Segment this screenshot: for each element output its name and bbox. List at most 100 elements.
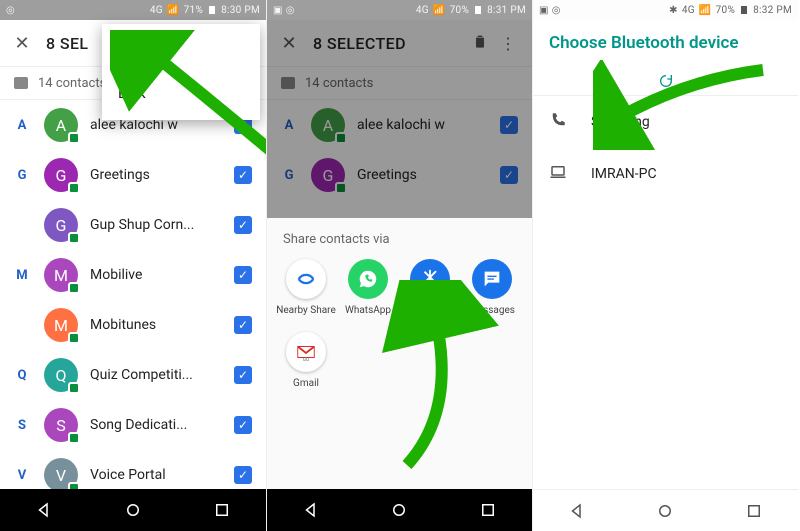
delete-icon[interactable]	[466, 33, 494, 53]
share-target-gmail[interactable]: GOGmail	[275, 332, 337, 389]
contact-name: Quiz Competiti...	[90, 367, 234, 383]
contact-row[interactable]: AAalee kalochi w✓	[267, 100, 532, 150]
nav-recent-icon[interactable]	[745, 502, 763, 520]
overflow-icon[interactable]: ⋮	[494, 34, 522, 53]
section-letter: M	[0, 268, 44, 283]
nav-recent-icon[interactable]	[213, 501, 231, 519]
laptop-icon	[549, 163, 571, 185]
close-icon[interactable]: ✕	[10, 33, 34, 54]
signal-icon: 📶	[433, 5, 446, 16]
appbar-title: 8 SELECTED	[313, 34, 406, 53]
clock-label: 8:31 PM	[487, 5, 526, 16]
contact-name: alee kalochi w	[357, 117, 500, 133]
app-bar: ✕ 8 SELECTED ⋮	[267, 20, 532, 66]
sim-badge-icon	[335, 132, 347, 144]
contacts-summary-bar: 14 contacts	[267, 66, 532, 100]
android-nav-bar	[0, 489, 266, 531]
checkbox-icon[interactable]: ✓	[234, 416, 252, 434]
phone-screen-3: ▣ ◎ ✱ 4G 📶 70% 8:32 PM Choose Bluetooth …	[532, 0, 798, 531]
nav-back-icon[interactable]	[35, 501, 53, 519]
sim-badge-icon	[68, 282, 80, 294]
contact-row[interactable]: GGup Shup Corn...✓	[0, 200, 266, 250]
contact-avatar: A	[44, 108, 78, 142]
checkbox-icon[interactable]: ✓	[234, 466, 252, 484]
signal-icon: 📶	[167, 5, 180, 16]
sim-badge-icon	[68, 382, 80, 394]
android-nav-bar	[267, 489, 532, 531]
refresh-icon	[658, 73, 674, 89]
device-name: IMRAN-PC	[591, 166, 657, 182]
bluetooth-device-row[interactable]: Samsung	[533, 96, 798, 148]
share-target-label: Messages	[469, 305, 515, 316]
section-letter: G	[267, 168, 311, 183]
share-target-bluetooth[interactable]: Bluetooth	[399, 259, 461, 316]
checkbox-icon[interactable]: ✓	[500, 116, 518, 134]
contact-avatar: S	[44, 408, 78, 442]
contact-row[interactable]: QQQuiz Competiti...✓	[0, 350, 266, 400]
share-grid: Nearby ShareWhatsAppBluetooth Messages GOG…	[275, 259, 524, 405]
device-list: Samsung IMRAN-PC	[533, 96, 798, 200]
signal-icon: 📶	[699, 5, 712, 16]
clock-label: 8:30 PM	[221, 5, 260, 16]
checkbox-icon[interactable]: ✓	[234, 166, 252, 184]
contacts-list: AAalee kalochi w✓GGGreetings✓	[267, 100, 532, 218]
network-label: 4G	[416, 5, 429, 16]
phone-icon	[549, 111, 571, 133]
nav-home-icon[interactable]	[656, 502, 674, 520]
section-letter: A	[0, 118, 44, 133]
sim-badge-icon	[335, 182, 347, 194]
share-target-label: Nearby Share	[276, 305, 336, 316]
menu-item-share[interactable]: Share	[102, 30, 260, 72]
section-letter: G	[0, 168, 44, 183]
nav-home-icon[interactable]	[390, 501, 408, 519]
menu-item-link[interactable]: Link	[102, 72, 260, 114]
checkbox-icon[interactable]: ✓	[234, 366, 252, 384]
bluetooth-device-row[interactable]: IMRAN-PC	[533, 148, 798, 200]
close-icon[interactable]: ✕	[277, 33, 301, 54]
nav-recent-icon[interactable]	[479, 501, 497, 519]
checkbox-icon[interactable]: ✓	[234, 266, 252, 284]
clock-label: 8:32 PM	[753, 5, 792, 16]
share-target-whatsapp[interactable]: WhatsApp	[337, 259, 399, 316]
contact-row[interactable]: SS Song Dedicati...✓	[0, 400, 266, 450]
screenshot-icon: ▣	[539, 5, 549, 16]
share-target-nearby[interactable]: Nearby Share	[275, 259, 337, 316]
cast-icon: ◎	[6, 5, 15, 16]
contact-name: Greetings	[357, 167, 500, 183]
nav-back-icon[interactable]	[302, 501, 320, 519]
checkbox-icon[interactable]: ✓	[500, 166, 518, 184]
contact-avatar: G	[44, 158, 78, 192]
device-name: Samsung	[591, 114, 650, 130]
checkbox-icon[interactable]: ✓	[234, 216, 252, 234]
section-letter: S	[0, 418, 44, 433]
contact-name: Greetings	[90, 167, 234, 183]
status-bar: ◎ 4G 📶 71% 8:30 PM	[0, 0, 266, 20]
contact-row[interactable]: MMobitunes✓	[0, 300, 266, 350]
section-letter: A	[267, 118, 311, 133]
bluetooth-icon: ✱	[669, 5, 678, 16]
phone-screen-2: ▣ ◎ 4G 📶 70% 8:31 PM ✕ 8 SELECTED ⋮ 14 c…	[266, 0, 532, 531]
contact-avatar: M	[44, 258, 78, 292]
sim-badge-icon	[68, 332, 80, 344]
contact-name: Song Dedicati...	[90, 417, 234, 433]
sim-badge-icon	[68, 232, 80, 244]
contact-row[interactable]: MM Mobilive✓	[0, 250, 266, 300]
network-label: 4G	[682, 5, 695, 16]
nav-home-icon[interactable]	[124, 501, 142, 519]
messages-icon	[472, 259, 512, 299]
contact-avatar: V	[44, 458, 78, 492]
contact-row[interactable]: GG Greetings✓	[0, 150, 266, 200]
share-target-label: Gmail	[293, 378, 319, 389]
checkbox-icon[interactable]: ✓	[234, 316, 252, 334]
contact-name: Mobitunes	[90, 317, 234, 333]
status-bar: ▣ ◎ 4G 📶 70% 8:31 PM	[267, 0, 532, 20]
share-target-messages[interactable]: Messages	[461, 259, 523, 316]
contact-name: Mobilive	[90, 267, 234, 283]
contact-row[interactable]: GGGreetings✓	[267, 150, 532, 200]
nav-back-icon[interactable]	[568, 502, 586, 520]
sim-badge-icon	[68, 182, 80, 194]
contact-avatar: G	[44, 208, 78, 242]
contacts-list[interactable]: AAalee kalochi w✓GGGreetings✓GGup Shup C…	[0, 100, 266, 500]
refresh-button[interactable]	[533, 66, 798, 96]
battery-label: 70%	[716, 5, 735, 16]
